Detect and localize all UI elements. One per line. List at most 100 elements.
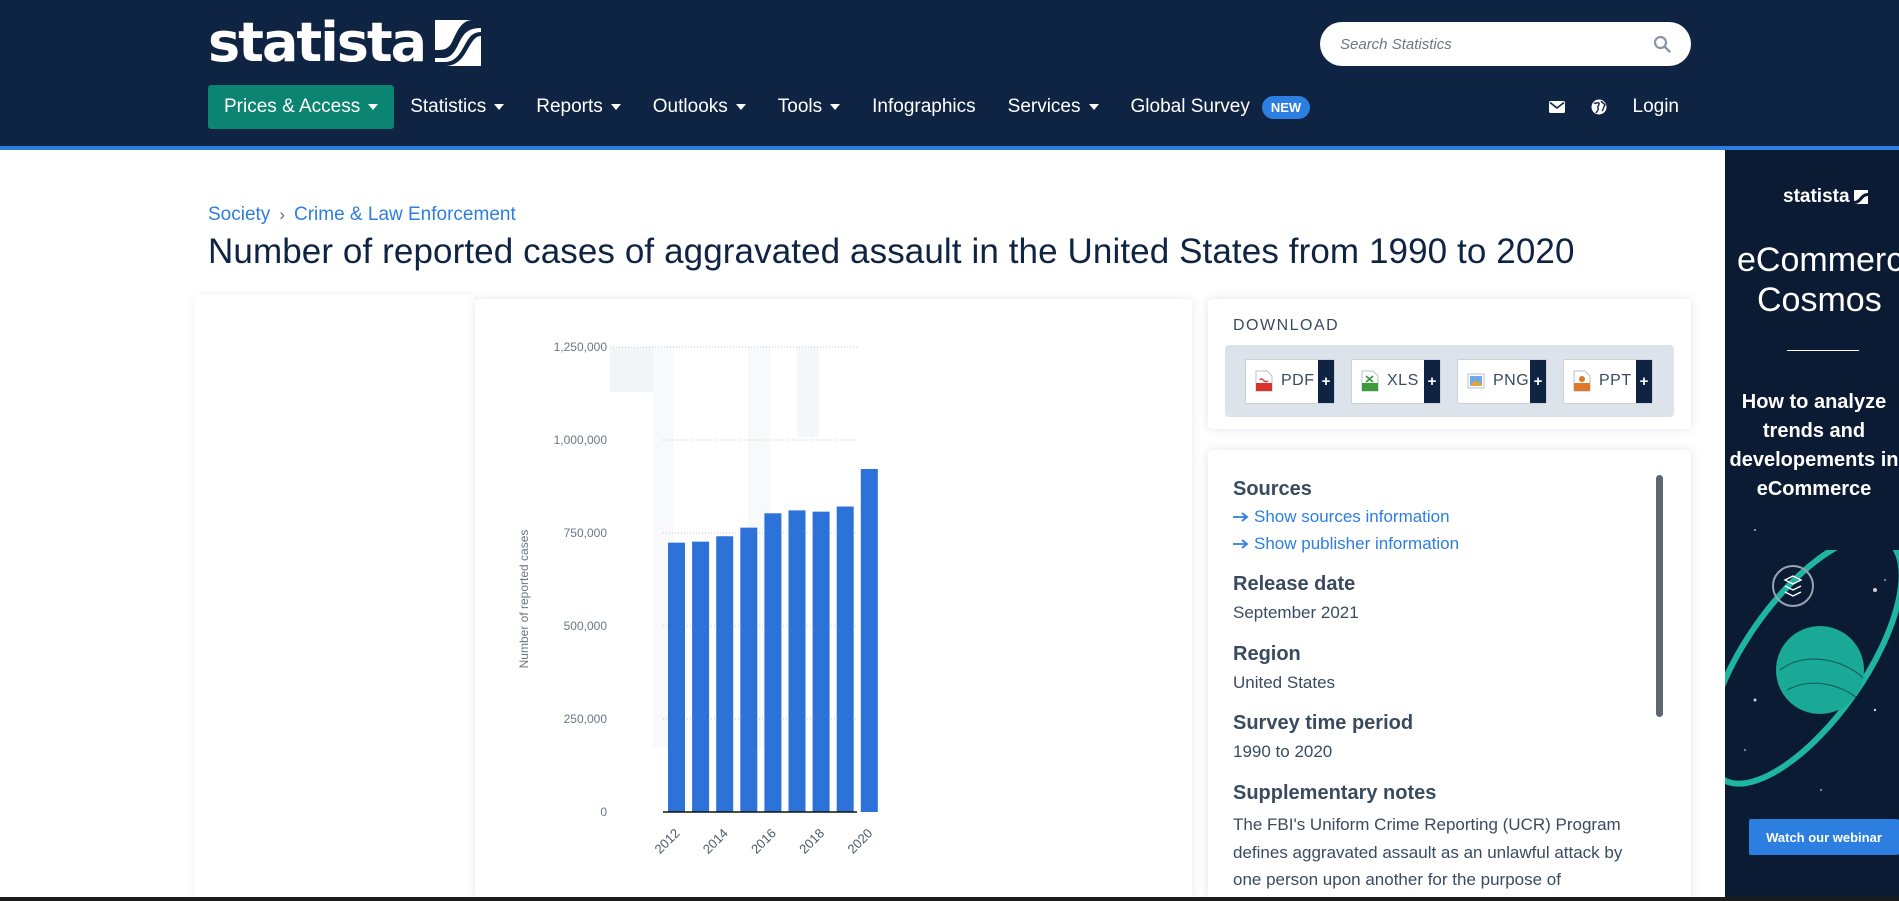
globe-icon[interactable]: [1591, 99, 1607, 115]
breadcrumb-separator: ›: [279, 205, 285, 224]
download-ppt-button[interactable]: PPT +: [1563, 358, 1653, 404]
bar: [716, 536, 734, 812]
bar: [692, 541, 710, 812]
main-nav: Prices & Access Statistics Reports Outlo…: [208, 85, 1326, 129]
chevron-down-icon: [610, 104, 621, 110]
search-bar[interactable]: [1320, 22, 1691, 66]
statista-logo[interactable]: statista: [208, 11, 482, 74]
download-card: DOWNLOAD PDF + XLS + PNG + PPT +: [1208, 299, 1691, 429]
download-pdf-button[interactable]: PDF +: [1245, 358, 1335, 404]
bar: [812, 511, 830, 812]
ad-title-line-1: eCommerce: [1737, 241, 1899, 279]
nav-label: Outlooks: [652, 96, 728, 117]
ad-title-line-2: Cosmos: [1757, 281, 1882, 319]
chart-ghost-block: [610, 347, 653, 392]
plus-icon[interactable]: +: [1318, 359, 1334, 403]
nav-label: Infographics: [872, 96, 976, 117]
release-date-heading: Release date: [1233, 573, 1356, 595]
nav-prices-access[interactable]: Prices & Access: [208, 85, 395, 129]
new-badge: NEW: [1261, 95, 1311, 119]
ad-banner[interactable]: statista eCommerce Cosmos How to analyze…: [1725, 150, 1899, 901]
y-tick-label: 500,000: [564, 619, 608, 633]
nav-outlooks[interactable]: Outlooks: [637, 85, 762, 129]
download-xls-label: XLS: [1387, 372, 1419, 389]
png-icon: [1467, 373, 1485, 389]
y-tick-label: 0: [600, 805, 607, 819]
show-sources-link[interactable]: Show sources information: [1233, 507, 1450, 527]
download-png-label: PNG: [1493, 372, 1530, 389]
plus-icon[interactable]: +: [1530, 359, 1546, 403]
nav-statistics[interactable]: Statistics: [394, 85, 520, 129]
download-ppt-label: PPT: [1599, 372, 1632, 389]
y-tick-label: 250,000: [564, 712, 608, 726]
login-link[interactable]: Login: [1633, 96, 1680, 118]
bar: [668, 542, 685, 812]
chevron-down-icon: [368, 104, 379, 110]
mail-icon[interactable]: [1548, 101, 1565, 113]
logo-mark-icon: [1853, 190, 1868, 204]
ppt-icon: [1573, 370, 1591, 392]
bar: [860, 469, 878, 812]
nav-label: Prices & Access: [224, 96, 361, 117]
planet-illustration: [1725, 550, 1899, 787]
arrow-right-icon: [1233, 512, 1249, 522]
bar: [740, 527, 758, 812]
y-tick-label: 1,250,000: [554, 340, 608, 354]
nav-reports[interactable]: Reports: [520, 85, 637, 129]
chevron-down-icon: [735, 104, 746, 110]
nav-label: Reports: [536, 96, 603, 117]
breadcrumb-crime-law[interactable]: Crime & Law Enforcement: [294, 204, 516, 226]
logo-mark-icon: [435, 20, 482, 66]
region-value: United States: [1233, 673, 1336, 692]
supplementary-notes-heading: Supplementary notes: [1233, 782, 1437, 804]
chart-side-area: [195, 295, 475, 901]
survey-period-heading: Survey time period: [1233, 712, 1414, 734]
x-tick-label: 2016: [748, 826, 779, 857]
chevron-down-icon: [1088, 104, 1099, 110]
info-scrollbar[interactable]: [1656, 475, 1663, 717]
search-input[interactable]: [1340, 35, 1653, 53]
ad-title: eCommerce Cosmos: [1737, 240, 1899, 320]
nav-label: Statistics: [410, 96, 487, 117]
chevron-down-icon: [494, 104, 505, 110]
x-axis-ticks: 2012 2014 2016 2018 2020: [652, 826, 876, 857]
nav-tools[interactable]: Tools: [762, 85, 856, 129]
bar-chart: 0 250,000 500,000 750,000 1,000,000 1,250,000…: [517, 340, 878, 857]
logo-text: statista: [208, 11, 427, 74]
download-pdf-label: PDF: [1281, 372, 1315, 389]
nav-global-survey[interactable]: Global Survey NEW: [1115, 85, 1327, 129]
nav-services[interactable]: Services: [992, 85, 1115, 129]
show-publisher-label: Show publisher information: [1254, 534, 1460, 553]
bar: [764, 513, 782, 812]
pdf-icon: [1255, 370, 1273, 392]
y-axis-label: Number of reported cases: [517, 530, 531, 669]
breadcrumb: Society › Crime & Law Enforcement: [208, 204, 516, 226]
show-publisher-link[interactable]: Show publisher information: [1233, 534, 1459, 554]
ad-logo: statista: [1783, 186, 1868, 208]
sources-heading: Sources: [1233, 478, 1312, 500]
supplementary-notes-text: The FBI's Uniform Crime Reporting (UCR) …: [1233, 815, 1623, 889]
nav-label: Global Survey: [1130, 96, 1250, 117]
download-buttons: PDF + XLS + PNG + PPT +: [1225, 345, 1674, 417]
region-heading: Region: [1233, 643, 1301, 665]
y-tick-label: 1,000,000: [554, 433, 608, 447]
x-tick-label: 2018: [796, 826, 827, 857]
chart-bars: [663, 469, 878, 813]
bar: [788, 510, 806, 812]
download-xls-button[interactable]: XLS +: [1351, 358, 1441, 404]
breadcrumb-society[interactable]: Society: [208, 204, 270, 226]
download-png-button[interactable]: PNG +: [1457, 358, 1547, 404]
survey-period-value: 1990 to 2020: [1233, 742, 1333, 761]
chart-ghost-layer: [610, 347, 819, 747]
chart-ghost-block: [797, 347, 819, 437]
plus-icon[interactable]: +: [1636, 359, 1652, 403]
x-tick-label: 2014: [700, 826, 731, 857]
download-heading: DOWNLOAD: [1233, 317, 1340, 334]
nav-infographics[interactable]: Infographics: [856, 85, 992, 129]
watch-webinar-button[interactable]: Watch our webinar: [1749, 819, 1899, 855]
search-icon[interactable]: [1653, 35, 1671, 53]
chart-card: 0 250,000 500,000 750,000 1,000,000 1,250,000…: [475, 299, 1192, 901]
plus-icon[interactable]: +: [1424, 359, 1440, 403]
chevron-down-icon: [830, 104, 841, 110]
page-title: Number of reported cases of aggravated a…: [208, 232, 1575, 271]
